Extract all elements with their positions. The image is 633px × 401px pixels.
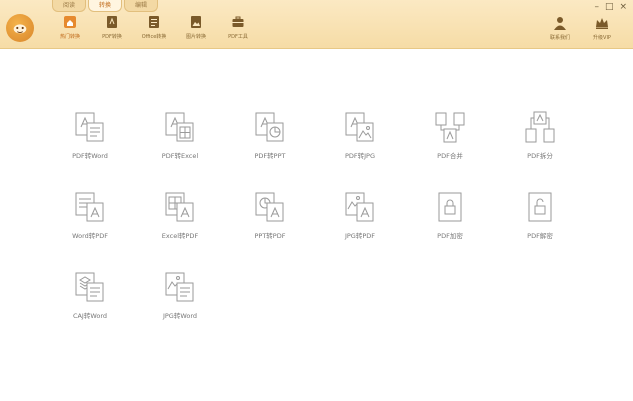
function-label: PDF转Excel — [161, 152, 199, 160]
toolbar-pdf-tools[interactable]: PDF工具 — [218, 15, 258, 40]
function-label: JPG转Word — [162, 312, 198, 320]
toolbar-label: PDF工具 — [228, 34, 248, 40]
function-label: PDF拆分 — [527, 152, 553, 160]
function-pdf-to-jpg[interactable]: PDF转JPG — [330, 110, 390, 160]
pdf-split-icon — [525, 111, 555, 143]
word-to-pdf-icon — [75, 192, 104, 222]
contact-us-button[interactable]: 联系我们 — [539, 15, 581, 41]
function-pdf-to-word[interactable]: PDF转Word — [60, 110, 120, 160]
excel-to-pdf-icon — [165, 192, 194, 222]
tab-read[interactable]: 阅读 — [52, 0, 87, 12]
home-icon — [64, 16, 76, 28]
function-jpg-to-pdf[interactable]: JPG转PDF — [330, 190, 390, 240]
contact-us-label: 联系我们 — [549, 35, 570, 41]
toolbar-label: 图片转换 — [185, 34, 206, 40]
function-label: CAJ转Word — [72, 312, 108, 320]
close-button[interactable]: × — [619, 2, 627, 12]
contact-icon — [554, 17, 566, 30]
toolbar-label: PDF转换 — [102, 34, 122, 40]
function-pdf-merge[interactable]: PDF合并 — [420, 110, 480, 160]
mode-tabs: 阅读 转换 编辑 — [52, 0, 160, 12]
tab-convert[interactable]: 转换 — [88, 0, 123, 12]
office-icon — [149, 16, 159, 28]
function-label: PPT转PDF — [254, 232, 286, 240]
pdf-icon — [107, 16, 117, 28]
function-label: PDF转JPG — [344, 152, 376, 160]
jpg-to-pdf-icon — [345, 192, 374, 222]
function-label: Excel转PDF — [161, 232, 199, 240]
toolbar-label: 热门转换 — [59, 34, 80, 40]
toolbar-office-convert[interactable]: Office转换 — [134, 15, 174, 40]
function-pdf-split[interactable]: PDF拆分 — [510, 110, 570, 160]
function-word-to-pdf[interactable]: Word转PDF — [60, 190, 120, 240]
function-ppt-to-pdf[interactable]: PPT转PDF — [240, 190, 300, 240]
function-label: PDF加密 — [437, 232, 463, 240]
function-label: PDF转Word — [72, 152, 108, 160]
toolbar-label: Office转换 — [141, 34, 167, 40]
function-jpg-to-word[interactable]: JPG转Word — [150, 270, 210, 320]
caj-to-word-icon — [75, 272, 104, 302]
minimize-button[interactable]: – — [594, 2, 599, 12]
unlock-icon — [528, 192, 552, 222]
toolbar-hot-convert[interactable]: 热门转换 — [50, 15, 90, 40]
lock-icon — [438, 192, 462, 222]
function-pdf-to-ppt[interactable]: PDF转PPT — [240, 110, 300, 160]
toolbox-icon — [232, 16, 244, 27]
crown-icon — [596, 18, 608, 29]
function-label: Word转PDF — [72, 232, 108, 240]
function-label: PDF合并 — [437, 152, 463, 160]
upgrade-vip-label: 升级VIP — [593, 35, 611, 41]
main-toolbar: 热门转换 PDF转换 Office转换 图片转换 PDF工具 — [50, 15, 260, 40]
jpg-to-word-icon — [165, 272, 194, 302]
toolbar-pdf-convert[interactable]: PDF转换 — [92, 15, 132, 40]
pdf-to-word-icon — [75, 112, 104, 142]
pdf-to-jpg-icon — [345, 112, 374, 142]
function-label: JPG转PDF — [344, 232, 376, 240]
mascot-icon — [13, 24, 27, 34]
function-pdf-to-excel[interactable]: PDF转Excel — [150, 110, 210, 160]
ppt-to-pdf-icon — [255, 192, 284, 222]
toolbar-image-convert[interactable]: 图片转换 — [176, 15, 216, 40]
function-pdf-encrypt[interactable]: PDF加密 — [420, 190, 480, 240]
tab-edit[interactable]: 编辑 — [124, 0, 159, 12]
function-pdf-decrypt[interactable]: PDF解密 — [510, 190, 570, 240]
pdf-to-ppt-icon — [255, 112, 284, 142]
function-label: PDF转PPT — [254, 152, 286, 160]
window-controls: – □ × — [594, 2, 627, 12]
title-toolbar: 阅读 转换 编辑 热门转换 PDF转换 Office转换 图片转换 PDF工具 … — [0, 0, 633, 49]
image-icon — [191, 16, 201, 28]
maximize-button[interactable]: □ — [605, 2, 614, 12]
upgrade-vip-button[interactable]: 升级VIP — [581, 15, 623, 41]
function-excel-to-pdf[interactable]: Excel转PDF — [150, 190, 210, 240]
right-toolbar: 联系我们 升级VIP — [539, 15, 623, 41]
pdf-to-excel-icon — [165, 112, 194, 142]
app-logo — [6, 14, 34, 42]
pdf-merge-icon — [435, 112, 465, 143]
function-label: PDF解密 — [527, 232, 553, 240]
function-caj-to-word[interactable]: CAJ转Word — [60, 270, 120, 320]
